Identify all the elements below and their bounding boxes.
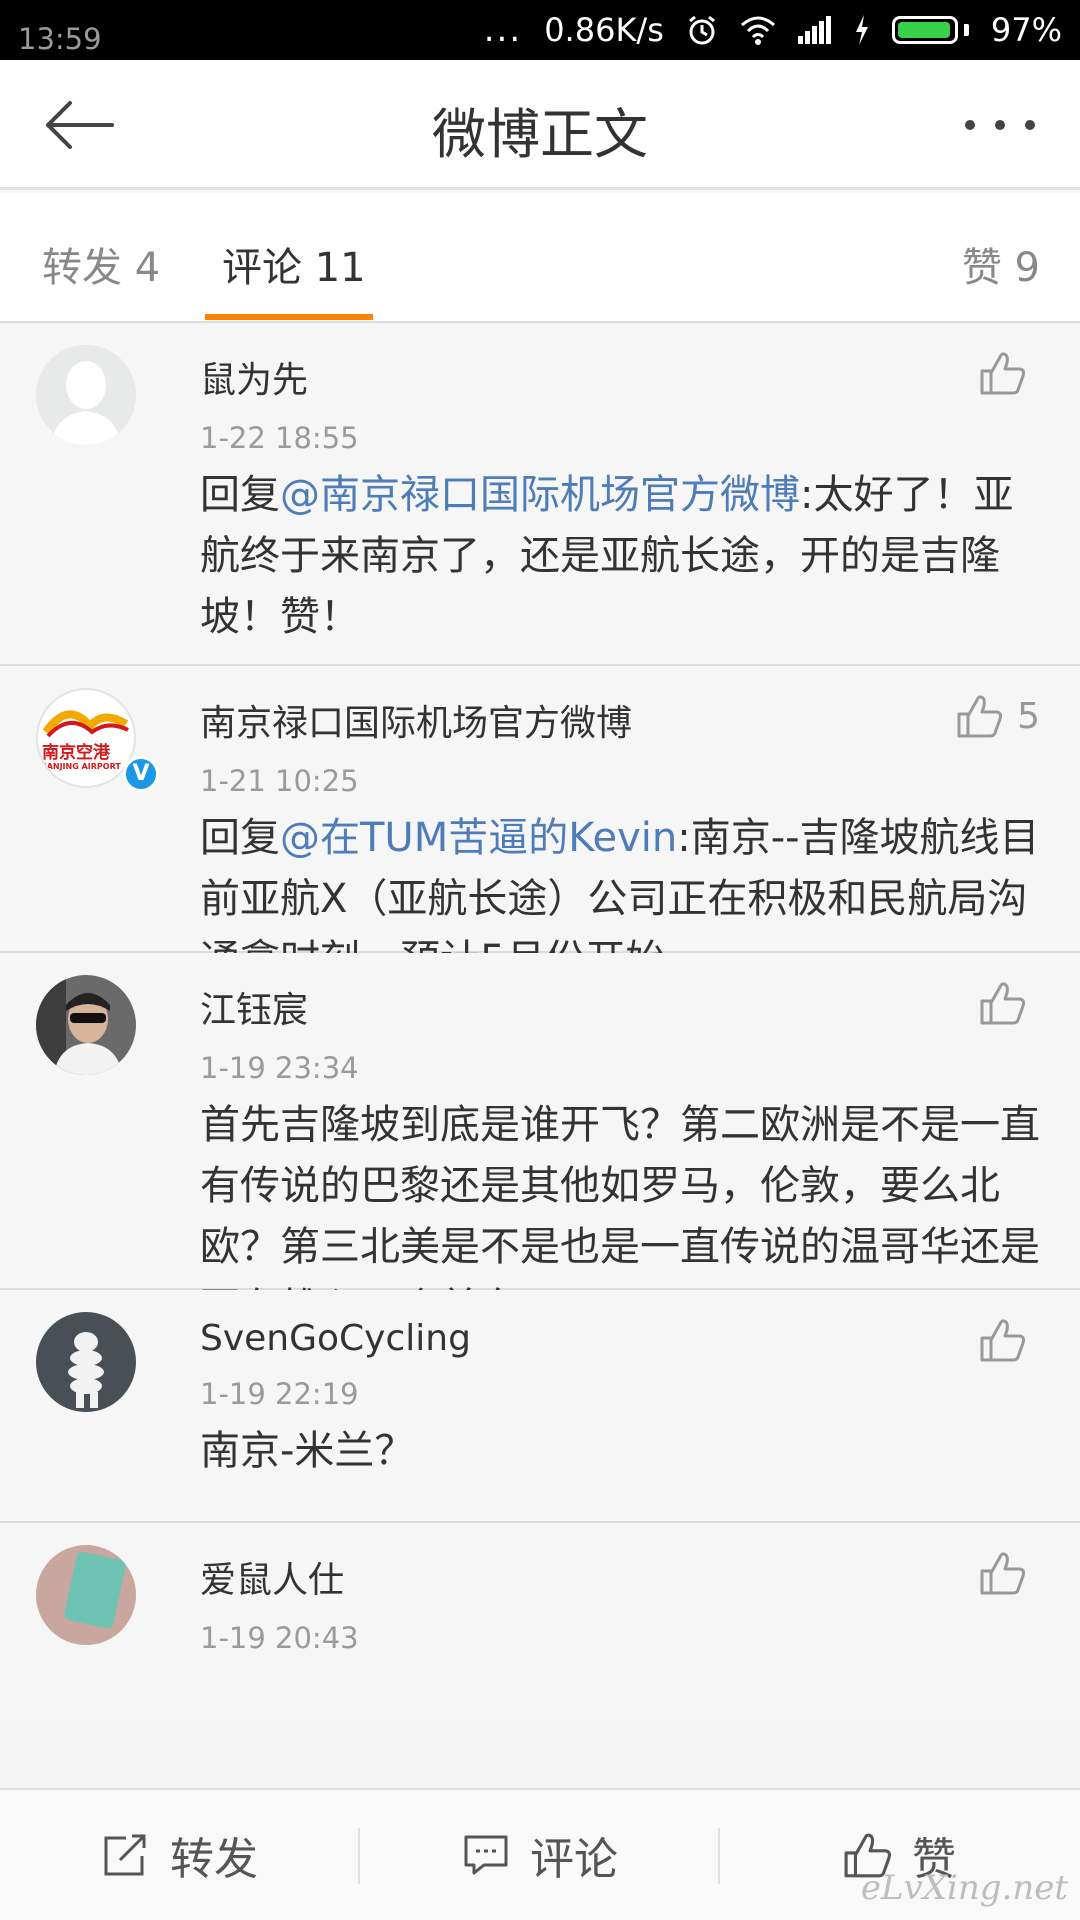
avatar[interactable] <box>36 1312 136 1412</box>
airport-logo-text: 南京空港 <box>42 743 110 763</box>
battery-body <box>891 16 958 44</box>
thumbs-up-icon <box>957 695 1003 738</box>
like-count: 5 <box>1017 695 1040 737</box>
avatar[interactable] <box>36 1545 136 1645</box>
network-speed: 0.86K/s <box>544 11 664 49</box>
charging-icon <box>854 15 870 45</box>
like-button[interactable]: 5 <box>957 694 1040 738</box>
tab-comments[interactable]: 评论 11 <box>222 235 366 293</box>
tab-bar: 转发 4 评论 11 赞 9 <box>0 193 1080 323</box>
comment-time: 1-22 18:55 <box>200 421 359 455</box>
comment-text: 回复@南京禄口国际机场官方微博:太好了！亚航终于来南京了，还是亚航长途，开的是吉… <box>200 465 1050 648</box>
airport-logo-subtext: NANJING AIRPORT <box>40 762 121 771</box>
comment-list[interactable]: 鼠为先 1-22 18:55 回复@南京禄口国际机场官方微博:太好了！亚航终于来… <box>0 323 1080 1788</box>
thumbs-up-icon <box>980 352 1026 395</box>
comment-time: 1-19 20:43 <box>200 1621 359 1655</box>
comment-item[interactable]: SvenGoCycling 1-19 22:19 南京-米兰？ <box>0 1290 1080 1523</box>
like-button[interactable] <box>980 1551 1040 1595</box>
signal-icon <box>797 16 832 44</box>
commenter-name[interactable]: 江钰宸 <box>200 981 1050 1033</box>
thumbs-up-icon <box>980 1319 1026 1362</box>
comment-label: 评论 <box>530 1834 618 1885</box>
comment-text: 南京-米兰？ <box>200 1428 415 1474</box>
user-photo-avatar <box>36 975 136 1075</box>
comment-item[interactable]: 鼠为先 1-22 18:55 回复@南京禄口国际机场官方微博:太好了！亚航终于来… <box>0 323 1080 666</box>
active-tab-indicator <box>205 314 373 320</box>
tab-repost[interactable]: 转发 4 <box>42 235 160 293</box>
repost-icon <box>104 1834 146 1876</box>
mention-link[interactable]: @在TUM苦逼的Kevin <box>280 815 677 861</box>
comment-button[interactable]: 评论 <box>360 1790 720 1920</box>
repost-label: 转发 <box>170 1834 258 1885</box>
reply-prefix: 回复 <box>200 815 280 861</box>
comment-item[interactable]: 爱鼠人仕 1-19 20:43 <box>0 1523 1080 1723</box>
more-options-icon[interactable] <box>960 110 1040 140</box>
like-button[interactable] <box>980 351 1040 395</box>
page-title: 微博正文 <box>432 103 648 166</box>
user-photo-avatar <box>36 1545 136 1645</box>
battery-indicator <box>891 16 969 44</box>
like-button[interactable] <box>980 1318 1040 1362</box>
avatar[interactable] <box>36 975 136 1075</box>
thumbs-up-icon <box>980 982 1026 1025</box>
status-time: 13:59 <box>18 22 102 56</box>
comment-icon <box>464 1835 508 1875</box>
like-button[interactable] <box>980 981 1040 1025</box>
battery-tip <box>963 24 969 36</box>
commenter-name[interactable]: SvenGoCycling <box>200 1318 1050 1359</box>
battery-fill <box>897 22 951 38</box>
comment-time: 1-19 22:19 <box>200 1377 359 1411</box>
michelin-avatar <box>36 1312 136 1412</box>
mention-link[interactable]: @南京禄口国际机场官方微博 <box>280 472 800 518</box>
commenter-name[interactable]: 南京禄口国际机场官方微博 <box>200 694 1050 746</box>
avatar[interactable] <box>36 345 136 445</box>
verified-badge-icon: V <box>123 756 159 792</box>
default-avatar-icon <box>36 345 136 445</box>
notification-dots: ... <box>483 10 523 50</box>
status-right: ... 0.86K/s 97% <box>484 10 1062 50</box>
commenter-name[interactable]: 爱鼠人仕 <box>200 1551 1050 1603</box>
status-bar: 13:59 ... 0.86K/s 97% <box>0 0 1080 60</box>
thumbs-up-icon <box>980 1552 1026 1595</box>
watermark: eLvXing.net <box>860 1868 1068 1908</box>
comment-item[interactable]: 江钰宸 1-19 23:34 首先吉隆坡到底是谁开飞？第二欧洲是不是一直有传说的… <box>0 953 1080 1331</box>
airport-logo-avatar[interactable]: 南京空港 NANJING AIRPORT <box>36 688 136 788</box>
battery-percent: 97% <box>990 11 1062 49</box>
comment-item[interactable]: 南京空港 NANJING AIRPORT V 南京禄口国际机场官方微博 1-21… <box>0 666 1080 983</box>
wifi-icon <box>740 15 776 45</box>
comment-time: 1-21 10:25 <box>200 764 359 798</box>
alarm-icon <box>686 14 718 46</box>
repost-button[interactable]: 转发 <box>0 1790 360 1920</box>
bottom-action-bar: 转发 评论 赞 eLvXing.net <box>0 1788 1080 1920</box>
commenter-name[interactable]: 鼠为先 <box>200 351 1050 403</box>
top-nav-bar: 微博正文 <box>0 60 1080 190</box>
comment-time: 1-19 23:34 <box>200 1051 359 1085</box>
tab-likes[interactable]: 赞 9 <box>962 235 1040 293</box>
reply-prefix: 回复 <box>200 472 280 518</box>
